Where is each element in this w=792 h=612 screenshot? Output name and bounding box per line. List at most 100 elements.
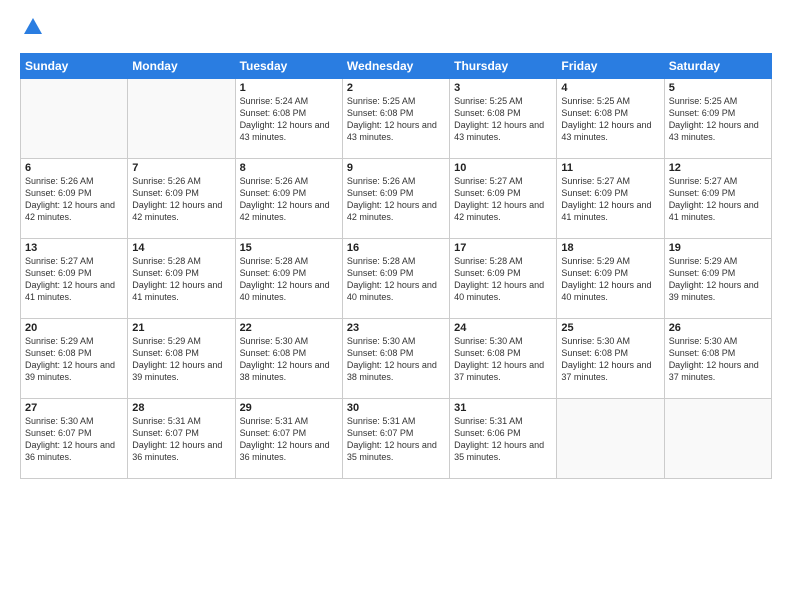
day-number: 4 — [561, 82, 659, 94]
calendar-cell — [21, 78, 128, 158]
cell-info: Sunrise: 5:29 AMSunset: 6:08 PMDaylight:… — [132, 335, 230, 384]
calendar-cell: 18Sunrise: 5:29 AMSunset: 6:09 PMDayligh… — [557, 238, 664, 318]
day-number: 20 — [25, 322, 123, 334]
calendar-cell: 23Sunrise: 5:30 AMSunset: 6:08 PMDayligh… — [342, 318, 449, 398]
day-number: 10 — [454, 162, 552, 174]
cell-info: Sunrise: 5:27 AMSunset: 6:09 PMDaylight:… — [25, 255, 123, 304]
day-number: 30 — [347, 402, 445, 414]
calendar-day-header: Friday — [557, 53, 664, 78]
day-number: 7 — [132, 162, 230, 174]
cell-info: Sunrise: 5:25 AMSunset: 6:08 PMDaylight:… — [561, 95, 659, 144]
calendar-cell: 17Sunrise: 5:28 AMSunset: 6:09 PMDayligh… — [450, 238, 557, 318]
calendar-cell: 31Sunrise: 5:31 AMSunset: 6:06 PMDayligh… — [450, 398, 557, 478]
header — [20, 16, 772, 43]
page: SundayMondayTuesdayWednesdayThursdayFrid… — [0, 0, 792, 612]
cell-info: Sunrise: 5:29 AMSunset: 6:09 PMDaylight:… — [669, 255, 767, 304]
calendar-week-row: 6Sunrise: 5:26 AMSunset: 6:09 PMDaylight… — [21, 158, 772, 238]
cell-info: Sunrise: 5:30 AMSunset: 6:08 PMDaylight:… — [669, 335, 767, 384]
cell-info: Sunrise: 5:26 AMSunset: 6:09 PMDaylight:… — [25, 175, 123, 224]
calendar-day-header: Saturday — [664, 53, 771, 78]
cell-info: Sunrise: 5:28 AMSunset: 6:09 PMDaylight:… — [454, 255, 552, 304]
calendar-cell: 2Sunrise: 5:25 AMSunset: 6:08 PMDaylight… — [342, 78, 449, 158]
day-number: 14 — [132, 242, 230, 254]
day-number: 17 — [454, 242, 552, 254]
calendar-cell: 27Sunrise: 5:30 AMSunset: 6:07 PMDayligh… — [21, 398, 128, 478]
calendar-cell: 21Sunrise: 5:29 AMSunset: 6:08 PMDayligh… — [128, 318, 235, 398]
cell-info: Sunrise: 5:30 AMSunset: 6:08 PMDaylight:… — [240, 335, 338, 384]
cell-info: Sunrise: 5:26 AMSunset: 6:09 PMDaylight:… — [240, 175, 338, 224]
logo — [20, 16, 44, 43]
calendar-cell: 19Sunrise: 5:29 AMSunset: 6:09 PMDayligh… — [664, 238, 771, 318]
calendar-cell: 22Sunrise: 5:30 AMSunset: 6:08 PMDayligh… — [235, 318, 342, 398]
day-number: 29 — [240, 402, 338, 414]
day-number: 25 — [561, 322, 659, 334]
cell-info: Sunrise: 5:30 AMSunset: 6:08 PMDaylight:… — [454, 335, 552, 384]
calendar-cell: 12Sunrise: 5:27 AMSunset: 6:09 PMDayligh… — [664, 158, 771, 238]
calendar-day-header: Wednesday — [342, 53, 449, 78]
calendar-week-row: 20Sunrise: 5:29 AMSunset: 6:08 PMDayligh… — [21, 318, 772, 398]
cell-info: Sunrise: 5:31 AMSunset: 6:07 PMDaylight:… — [347, 415, 445, 464]
day-number: 6 — [25, 162, 123, 174]
day-number: 13 — [25, 242, 123, 254]
calendar-cell — [128, 78, 235, 158]
cell-info: Sunrise: 5:28 AMSunset: 6:09 PMDaylight:… — [240, 255, 338, 304]
day-number: 27 — [25, 402, 123, 414]
day-number: 26 — [669, 322, 767, 334]
day-number: 2 — [347, 82, 445, 94]
day-number: 16 — [347, 242, 445, 254]
calendar-day-header: Monday — [128, 53, 235, 78]
calendar-cell: 29Sunrise: 5:31 AMSunset: 6:07 PMDayligh… — [235, 398, 342, 478]
cell-info: Sunrise: 5:31 AMSunset: 6:07 PMDaylight:… — [240, 415, 338, 464]
day-number: 3 — [454, 82, 552, 94]
calendar-table: SundayMondayTuesdayWednesdayThursdayFrid… — [20, 53, 772, 479]
cell-info: Sunrise: 5:28 AMSunset: 6:09 PMDaylight:… — [132, 255, 230, 304]
cell-info: Sunrise: 5:24 AMSunset: 6:08 PMDaylight:… — [240, 95, 338, 144]
calendar-day-header: Sunday — [21, 53, 128, 78]
calendar-cell: 25Sunrise: 5:30 AMSunset: 6:08 PMDayligh… — [557, 318, 664, 398]
cell-info: Sunrise: 5:30 AMSunset: 6:08 PMDaylight:… — [347, 335, 445, 384]
calendar-cell: 28Sunrise: 5:31 AMSunset: 6:07 PMDayligh… — [128, 398, 235, 478]
day-number: 11 — [561, 162, 659, 174]
logo-icon — [22, 16, 44, 38]
cell-info: Sunrise: 5:31 AMSunset: 6:07 PMDaylight:… — [132, 415, 230, 464]
calendar-week-row: 27Sunrise: 5:30 AMSunset: 6:07 PMDayligh… — [21, 398, 772, 478]
cell-info: Sunrise: 5:26 AMSunset: 6:09 PMDaylight:… — [132, 175, 230, 224]
day-number: 19 — [669, 242, 767, 254]
calendar-cell — [557, 398, 664, 478]
day-number: 15 — [240, 242, 338, 254]
calendar-cell: 24Sunrise: 5:30 AMSunset: 6:08 PMDayligh… — [450, 318, 557, 398]
calendar-cell: 26Sunrise: 5:30 AMSunset: 6:08 PMDayligh… — [664, 318, 771, 398]
calendar-cell — [664, 398, 771, 478]
cell-info: Sunrise: 5:30 AMSunset: 6:07 PMDaylight:… — [25, 415, 123, 464]
cell-info: Sunrise: 5:25 AMSunset: 6:08 PMDaylight:… — [347, 95, 445, 144]
calendar-cell: 3Sunrise: 5:25 AMSunset: 6:08 PMDaylight… — [450, 78, 557, 158]
calendar-week-row: 1Sunrise: 5:24 AMSunset: 6:08 PMDaylight… — [21, 78, 772, 158]
day-number: 24 — [454, 322, 552, 334]
cell-info: Sunrise: 5:27 AMSunset: 6:09 PMDaylight:… — [669, 175, 767, 224]
calendar-cell: 11Sunrise: 5:27 AMSunset: 6:09 PMDayligh… — [557, 158, 664, 238]
day-number: 23 — [347, 322, 445, 334]
calendar-day-header: Thursday — [450, 53, 557, 78]
cell-info: Sunrise: 5:29 AMSunset: 6:08 PMDaylight:… — [25, 335, 123, 384]
cell-info: Sunrise: 5:25 AMSunset: 6:08 PMDaylight:… — [454, 95, 552, 144]
calendar-cell: 6Sunrise: 5:26 AMSunset: 6:09 PMDaylight… — [21, 158, 128, 238]
calendar-cell: 8Sunrise: 5:26 AMSunset: 6:09 PMDaylight… — [235, 158, 342, 238]
calendar-cell: 16Sunrise: 5:28 AMSunset: 6:09 PMDayligh… — [342, 238, 449, 318]
calendar-cell: 30Sunrise: 5:31 AMSunset: 6:07 PMDayligh… — [342, 398, 449, 478]
calendar-cell: 7Sunrise: 5:26 AMSunset: 6:09 PMDaylight… — [128, 158, 235, 238]
cell-info: Sunrise: 5:31 AMSunset: 6:06 PMDaylight:… — [454, 415, 552, 464]
cell-info: Sunrise: 5:30 AMSunset: 6:08 PMDaylight:… — [561, 335, 659, 384]
day-number: 8 — [240, 162, 338, 174]
day-number: 5 — [669, 82, 767, 94]
cell-info: Sunrise: 5:27 AMSunset: 6:09 PMDaylight:… — [561, 175, 659, 224]
logo-text — [20, 16, 44, 43]
day-number: 1 — [240, 82, 338, 94]
day-number: 28 — [132, 402, 230, 414]
day-number: 9 — [347, 162, 445, 174]
day-number: 22 — [240, 322, 338, 334]
calendar-header-row: SundayMondayTuesdayWednesdayThursdayFrid… — [21, 53, 772, 78]
day-number: 12 — [669, 162, 767, 174]
calendar-cell: 5Sunrise: 5:25 AMSunset: 6:09 PMDaylight… — [664, 78, 771, 158]
cell-info: Sunrise: 5:28 AMSunset: 6:09 PMDaylight:… — [347, 255, 445, 304]
calendar-day-header: Tuesday — [235, 53, 342, 78]
